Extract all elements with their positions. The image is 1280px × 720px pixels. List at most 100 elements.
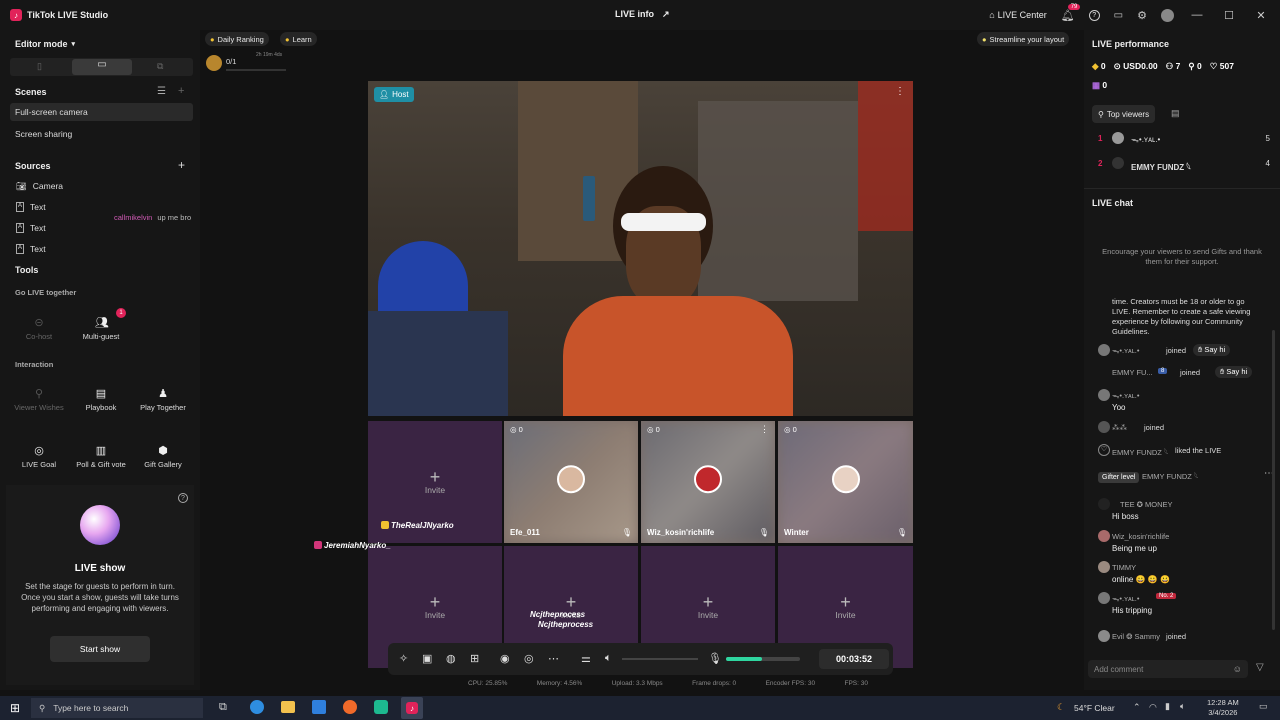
streamline-label: Streamline your layout [989,34,1065,44]
trophy-icon: ● [210,34,215,44]
help-icon[interactable]: ? [1088,9,1100,21]
chat-message[interactable]: Wiz_kosin'richlife Being me up [1098,530,1274,556]
mic-icon[interactable]: 🎙︎ [622,528,632,537]
add-scene-icon[interactable]: + [178,85,184,97]
learn-button[interactable]: ● Learn [280,32,317,46]
scene-item-screen-sharing[interactable]: Screen sharing [15,129,72,139]
microphone-icon[interactable]: 🎙︎ [708,652,722,665]
top-viewer-row[interactable]: 1 ᯓ•.ʏᴀʟ.• 5 [1098,132,1270,144]
volume-icon[interactable]: 🔈︎ [1180,701,1185,712]
mic-level-slider[interactable] [726,657,800,661]
list-icon[interactable]: ☰ [157,86,166,97]
chat-message[interactable]: ᯓ•.ʏᴀʟ.• Yoo [1098,389,1274,415]
add-source-icon[interactable]: + [178,158,185,172]
scene-item-full-screen-camera[interactable]: Full-screen camera [10,103,193,121]
say-hi-button[interactable]: ✋︎ Say hi [1193,344,1231,356]
minimize-button[interactable]: — [1188,9,1206,21]
guest-tile[interactable]: ◎ 0 Efe_011 🎙︎ [504,421,638,543]
play-together-button[interactable]: ♟ Play Together [133,378,193,422]
maximize-button[interactable]: ☐ [1220,9,1238,22]
dual-layout-icon[interactable]: ⧉ [157,61,163,72]
effects-icon[interactable]: ▣ [422,652,432,665]
app-icon[interactable] [374,700,388,714]
notification-button[interactable]: 🔔︎ 79 [1061,3,1081,22]
windows-start-icon[interactable]: ⊞ [10,701,20,715]
streamline-layout-button[interactable]: ● Streamline your layout [977,32,1070,46]
message-icon[interactable]: ▭ [1114,10,1123,21]
landscape-layout-icon[interactable]: ▭ [72,59,132,75]
rank-medal-icon [206,55,222,71]
say-hi-button[interactable]: ✋︎ Say hi [1215,366,1253,378]
comment-input[interactable]: Add comment ☺ [1088,660,1248,678]
poll-gift-vote-button[interactable]: ▥ Poll & Gift vote [71,435,131,479]
sliders-icon[interactable]: ⚌ [581,652,591,665]
say-hi-label: Say hi [1204,345,1226,354]
source-item-text[interactable]: A Text [16,202,46,212]
multiguest-button[interactable]: 👥︎ Multi-guest 1 [71,307,131,351]
live-goal-button[interactable]: ◎ LIVE Goal [9,435,69,479]
source-item-text[interactable]: A Text [16,244,46,254]
camera-settings-icon[interactable]: ◎ [524,652,534,665]
portrait-layout-icon[interactable]: ▯ [37,61,42,72]
daily-ranking-button[interactable]: ● Daily Ranking [205,32,269,46]
more-options-icon[interactable]: ⋮ [895,86,905,97]
screen-icon[interactable]: ⊞ [470,652,479,665]
chat-username: EMMY FUNDZ 𓆩 [1142,472,1199,481]
taskbar-search[interactable]: ⚲ Type here to search [31,698,203,718]
file-explorer-icon[interactable] [281,701,295,713]
guest-tile[interactable]: ◎ 0 ⋮ Wiz_kosin'richlife 🎙︎ [641,421,775,543]
chat-message[interactable]: TIMMY online 😀 😀 😀 [1098,561,1274,587]
settings-gear-icon[interactable]: ⚙ [1137,9,1147,22]
emoji-icon[interactable]: ☺ [1233,664,1242,674]
tiktok-live-taskbar-icon[interactable]: ♪ [401,697,423,719]
store-icon[interactable] [312,700,326,714]
share-icon[interactable]: ↗ [662,9,670,20]
guest-name: Wiz_kosin'richlife [647,528,715,537]
source-item-camera[interactable]: 📷︎ Camera [16,181,63,192]
help-icon[interactable]: ? [178,493,188,503]
speaker-icon[interactable]: 🔈︎ [605,652,612,665]
more-options-icon[interactable]: ⋮ [760,424,769,435]
mic-icon[interactable]: 🎙︎ [897,528,907,537]
battery-icon[interactable]: ▮ [1165,701,1170,712]
playbook-button[interactable]: ▤ Playbook [71,378,131,422]
top-viewer-row[interactable]: 2 EMMY FUNDZ 𓆩 4 [1098,157,1270,172]
top-viewers-tab[interactable]: ⚲ Top viewers [1092,105,1156,123]
invite-slot[interactable]: + Invite TheRealJNyarko [368,421,502,543]
chat-username: ⁂⁂ [1112,423,1127,432]
speaker-volume-slider[interactable] [622,658,698,660]
chevron-up-icon[interactable]: ⌃ [1133,702,1141,713]
guest-tile[interactable]: ◎ 0 Winter 🎙︎ [778,421,913,543]
source-item-text[interactable]: A Text [16,223,46,233]
task-view-icon[interactable]: ⧉ [219,701,227,714]
mic-icon[interactable]: 🎙︎ [759,528,769,537]
live-center-button[interactable]: ⌂ LIVE Center [989,10,1046,20]
clock[interactable]: 12:28 AM 3/4/2026 [1207,698,1239,718]
profile-avatar[interactable] [1161,8,1174,22]
learn-label: Learn [292,34,312,44]
gift-gallery-button[interactable]: ⬢ Gift Gallery [133,435,193,479]
edge-icon[interactable] [250,700,264,714]
chat-message[interactable]: ᯓ•.ʏᴀʟ.• No. 2 His tripping [1098,592,1274,618]
magic-wand-icon[interactable]: ✧ [399,652,408,665]
filter-icon[interactable]: ▽ [1256,662,1264,673]
cohost-button[interactable]: ⊝ Co-host [9,307,69,351]
chat-scrollbar[interactable] [1272,330,1275,630]
chat-text: Yoo [1112,403,1126,412]
start-show-button[interactable]: Start show [50,636,150,662]
viewer-wishes-button[interactable]: ⚲ Viewer Wishes [9,378,69,422]
close-button[interactable]: ✕ [1252,9,1270,22]
live-info[interactable]: LIVE info ↗ [615,9,670,20]
notification-center-icon[interactable]: ▭ [1259,701,1268,712]
wifi-icon[interactable]: ◠ [1149,702,1157,713]
chat-message[interactable]: TEE ✪ MONEY Hi boss [1098,498,1274,524]
host-jacket-shape [563,296,793,416]
editor-mode-dropdown[interactable]: Editor mode ▾ [15,39,75,49]
weather-text[interactable]: 54°F Clear [1074,703,1115,713]
firefox-icon[interactable] [343,700,357,714]
chat-username: EMMY FUNDZ 𓆩 [1112,448,1169,457]
beauty-icon[interactable]: ◍ [446,652,456,665]
list-icon[interactable]: ▤ [1171,108,1180,119]
record-icon[interactable]: ◉ [500,652,510,665]
more-horizontal-icon[interactable]: ⋯ [548,652,559,665]
